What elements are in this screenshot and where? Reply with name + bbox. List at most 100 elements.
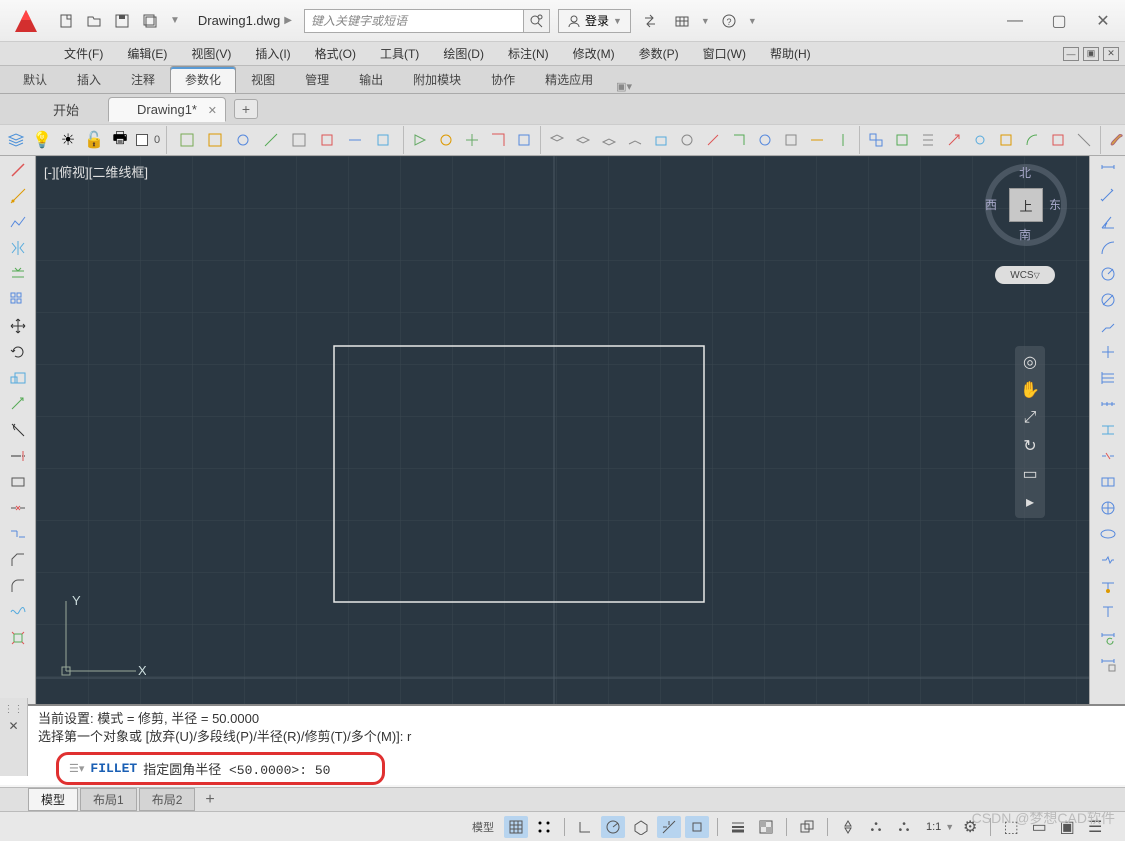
- rectangle-tool-icon[interactable]: [7, 472, 29, 492]
- sb-transparency-icon[interactable]: [754, 816, 778, 838]
- offset-tool-icon[interactable]: [7, 264, 29, 284]
- cmd-handle-icon[interactable]: ⋮⋮: [4, 704, 24, 715]
- search-input[interactable]: 键入关键字或短语: [304, 9, 524, 33]
- ribbon-tab-manage[interactable]: 管理: [290, 66, 344, 93]
- menu-edit[interactable]: 编辑(E): [115, 43, 179, 65]
- sb-autoscale-icon[interactable]: ⛬: [892, 816, 916, 838]
- file-tab-add-button[interactable]: +: [234, 99, 258, 119]
- zoom-extents-icon[interactable]: ⤢: [1020, 408, 1040, 428]
- layout-tab-layout1[interactable]: 布局1: [80, 788, 137, 811]
- sb-annoscale-icon[interactable]: [836, 816, 860, 838]
- rotate-tool-icon[interactable]: [7, 342, 29, 362]
- close-button[interactable]: ✕: [1081, 7, 1125, 35]
- orbit-icon[interactable]: ↻: [1020, 436, 1040, 456]
- dim-jogline-icon[interactable]: [1097, 550, 1119, 570]
- layout-tab-add-button[interactable]: +: [197, 789, 222, 811]
- tb-icon-21[interactable]: [729, 130, 749, 150]
- paintbrush-icon[interactable]: [1107, 130, 1125, 150]
- lock-icon[interactable]: 🔓: [84, 130, 104, 150]
- dim-center-icon[interactable]: [1097, 498, 1119, 518]
- trim-tool-icon[interactable]: [7, 420, 29, 440]
- tb-icon-8[interactable]: [373, 130, 393, 150]
- dim-arc-icon[interactable]: [1097, 238, 1119, 258]
- saveas-icon[interactable]: [140, 11, 160, 31]
- viewcube-west[interactable]: 西: [985, 196, 997, 213]
- array-tool-icon[interactable]: [7, 290, 29, 310]
- move-tool-icon[interactable]: [7, 316, 29, 336]
- search-button[interactable]: [524, 9, 550, 33]
- dim-textedit-icon[interactable]: [1097, 602, 1119, 622]
- viewcube[interactable]: 上 北 南 东 西 WCS ▽: [981, 166, 1071, 286]
- dim-angular-icon[interactable]: [1097, 212, 1119, 232]
- dim-continue-icon[interactable]: [1097, 394, 1119, 414]
- menu-format[interactable]: 格式(O): [303, 43, 368, 65]
- ribbon-tab-collab[interactable]: 协作: [476, 66, 530, 93]
- ribbon-tab-parametric[interactable]: 参数化: [170, 66, 236, 93]
- sb-scale-label[interactable]: 1:1: [926, 821, 941, 833]
- dim-radius-icon[interactable]: [1097, 264, 1119, 284]
- menu-modify[interactable]: 修改(M): [561, 43, 627, 65]
- dim-aligned-icon[interactable]: [1097, 186, 1119, 206]
- join-tool-icon[interactable]: [7, 524, 29, 544]
- sb-modelspace-button[interactable]: 模型: [466, 816, 500, 838]
- dim-linear-icon[interactable]: [1097, 160, 1119, 180]
- menu-draw[interactable]: 绘图(D): [431, 43, 496, 65]
- exchange-icon[interactable]: [637, 9, 663, 33]
- tb-icon-30[interactable]: [970, 130, 990, 150]
- tb-icon-31[interactable]: [996, 130, 1016, 150]
- mdi-restore-button[interactable]: ▣: [1083, 47, 1099, 61]
- file-tab-start[interactable]: 开始: [24, 95, 108, 124]
- sb-ortho-icon[interactable]: [573, 816, 597, 838]
- menu-help[interactable]: 帮助(H): [758, 43, 823, 65]
- menu-file[interactable]: 文件(F): [52, 43, 115, 65]
- layer-properties-icon[interactable]: [6, 130, 26, 150]
- sb-lineweight-icon[interactable]: [726, 816, 750, 838]
- extend-tool-icon[interactable]: [7, 446, 29, 466]
- tb-icon-15[interactable]: [573, 130, 593, 150]
- sb-otrack-icon[interactable]: [657, 816, 681, 838]
- tb-icon-33[interactable]: [1048, 130, 1068, 150]
- dim-ordinate-icon[interactable]: [1097, 342, 1119, 362]
- sb-annovisibility-icon[interactable]: ⛬: [864, 816, 888, 838]
- tb-icon-3[interactable]: [233, 130, 253, 150]
- print-icon[interactable]: 🖶: [110, 130, 130, 150]
- stretch-tool-icon[interactable]: [7, 394, 29, 414]
- dim-inspect-icon[interactable]: [1097, 524, 1119, 544]
- open-file-icon[interactable]: [84, 11, 104, 31]
- spline-tool-icon[interactable]: [7, 602, 29, 622]
- dim-break-icon[interactable]: [1097, 446, 1119, 466]
- tb-icon-20[interactable]: [703, 130, 723, 150]
- menu-dimension[interactable]: 标注(N): [496, 43, 561, 65]
- sb-grid-icon[interactable]: [504, 816, 528, 838]
- menu-view[interactable]: 视图(V): [179, 43, 243, 65]
- sb-polar-icon[interactable]: [601, 816, 625, 838]
- file-tab-drawing1[interactable]: Drawing1*✕: [108, 97, 226, 122]
- dim-baseline-icon[interactable]: [1097, 368, 1119, 388]
- qat-dropdown-icon[interactable]: ▼: [170, 15, 180, 26]
- dim-edit-icon[interactable]: [1097, 576, 1119, 596]
- sb-snap-icon[interactable]: [532, 816, 556, 838]
- tb-icon-22[interactable]: [755, 130, 775, 150]
- tb-icon-32[interactable]: [1022, 130, 1042, 150]
- tb-icon-29[interactable]: [944, 130, 964, 150]
- layout-tab-layout2[interactable]: 布局2: [139, 788, 196, 811]
- viewport-label[interactable]: [-][俯视][二维线框]: [44, 162, 148, 181]
- tb-icon-2[interactable]: [205, 130, 225, 150]
- file-tab-close-icon[interactable]: ✕: [208, 104, 217, 117]
- viewcube-north[interactable]: 北: [1019, 164, 1031, 181]
- tb-icon-11[interactable]: [462, 130, 482, 150]
- mdi-close-button[interactable]: ✕: [1103, 47, 1119, 61]
- help-icon[interactable]: ?: [716, 9, 742, 33]
- lightbulb-on-icon[interactable]: 💡: [32, 130, 52, 150]
- menu-tools[interactable]: 工具(T): [368, 43, 431, 65]
- tb-icon-9[interactable]: [410, 130, 430, 150]
- ribbon-tab-annotate[interactable]: 注释: [116, 66, 170, 93]
- tb-icon-27[interactable]: [892, 130, 912, 150]
- dim-update-icon[interactable]: [1097, 628, 1119, 648]
- ribbon-tab-featured[interactable]: 精选应用: [530, 66, 608, 93]
- scale-tool-icon[interactable]: [7, 368, 29, 388]
- save-icon[interactable]: [112, 11, 132, 31]
- polyline-tool-icon[interactable]: [7, 212, 29, 232]
- ribbon-expand-icon[interactable]: ▣▾: [616, 80, 632, 93]
- dim-style-icon[interactable]: [1097, 654, 1119, 674]
